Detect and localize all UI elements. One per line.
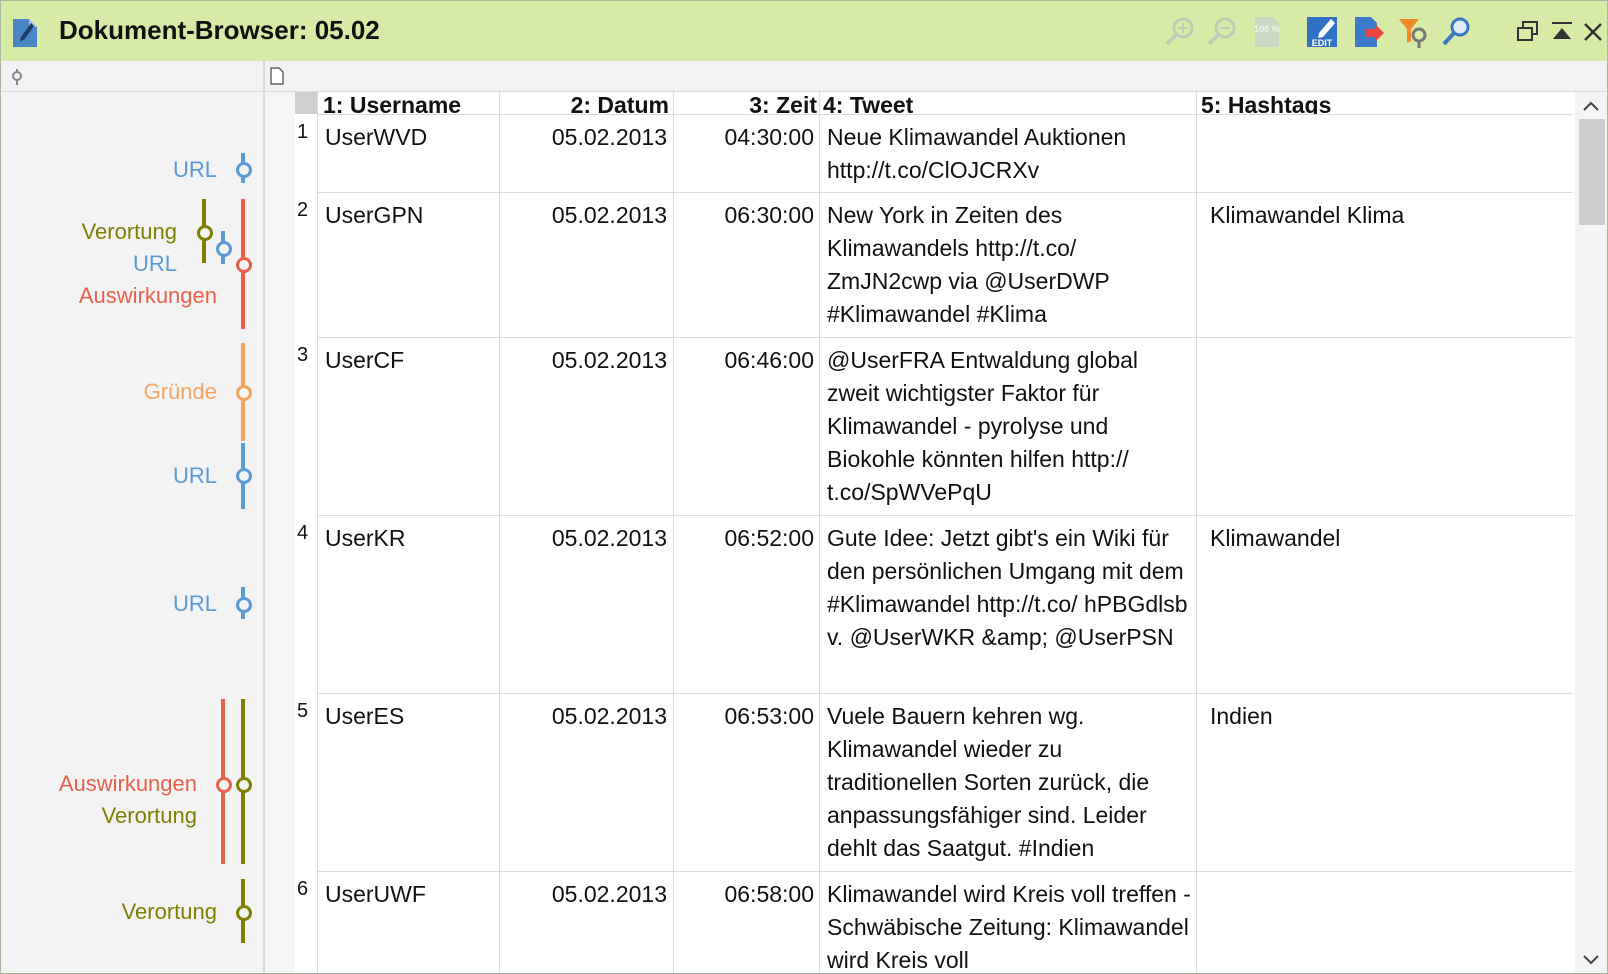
gap-area bbox=[265, 92, 295, 973]
title-bar: Dokument-Browser: 05.02 100 % EDIT bbox=[1, 1, 1607, 61]
row-number[interactable]: 6 bbox=[297, 878, 308, 901]
cell-tweet[interactable]: Gute Idee: Jetzt gibt's ein Wiki für den… bbox=[827, 522, 1193, 654]
code-stripe-marker[interactable] bbox=[236, 162, 252, 178]
cell-time[interactable]: 06:46:00 bbox=[675, 344, 814, 377]
cell-username[interactable]: UserKR bbox=[325, 522, 495, 555]
code-stripe-marker[interactable] bbox=[236, 777, 252, 793]
code-stripe-marker[interactable] bbox=[236, 597, 252, 613]
row-divider bbox=[317, 871, 1573, 872]
code-label[interactable]: URL bbox=[173, 591, 217, 617]
zoom-in-icon[interactable] bbox=[1163, 15, 1197, 49]
close-icon[interactable] bbox=[1581, 19, 1605, 45]
window-title: Dokument-Browser: 05.02 bbox=[59, 15, 380, 45]
column-header-hashtags[interactable]: 5: Hashtags bbox=[1201, 93, 1571, 115]
cell-tweet[interactable]: @UserFRA Entwaldung global zweit wichtig… bbox=[827, 344, 1193, 509]
edit-icon[interactable]: EDIT bbox=[1305, 15, 1339, 49]
cell-date[interactable]: 05.02.2013 bbox=[501, 344, 667, 377]
cell-date[interactable]: 05.02.2013 bbox=[501, 121, 667, 154]
zoom-100-label: 100 % bbox=[1254, 24, 1280, 34]
code-stripe-marker[interactable] bbox=[236, 468, 252, 484]
scroll-up-icon[interactable] bbox=[1581, 99, 1601, 113]
column-header-username[interactable]: 1: Username bbox=[323, 93, 495, 115]
cell-date[interactable]: 05.02.2013 bbox=[501, 878, 667, 911]
code-label[interactable]: Auswirkungen bbox=[79, 283, 217, 309]
cell-hashtags[interactable]: Klimawandel bbox=[1210, 522, 1570, 555]
cell-tweet[interactable]: Klimawandel wird Kreis voll treffen - Sc… bbox=[827, 878, 1193, 973]
row-number[interactable]: 1 bbox=[297, 121, 308, 144]
code-stripe-marker[interactable] bbox=[236, 257, 252, 273]
cell-tweet[interactable]: New York in Zeiten des Klimawandels http… bbox=[827, 199, 1193, 331]
cell-time[interactable]: 06:30:00 bbox=[675, 199, 814, 232]
row-divider bbox=[317, 337, 1573, 338]
column-header-tweet[interactable]: 4: Tweet bbox=[823, 93, 1193, 115]
filter-icon[interactable] bbox=[1397, 15, 1431, 49]
row-divider bbox=[317, 693, 1573, 694]
cell-username[interactable]: UserUWF bbox=[325, 878, 495, 911]
code-label[interactable]: Verortung bbox=[122, 899, 217, 925]
code-stripe-marker[interactable] bbox=[216, 241, 232, 257]
column-divider bbox=[317, 92, 318, 973]
restore-icon[interactable] bbox=[1515, 19, 1541, 45]
document-edit-icon bbox=[13, 19, 37, 47]
zoom-100-icon[interactable]: 100 % bbox=[1251, 15, 1285, 49]
search-icon[interactable] bbox=[1439, 15, 1473, 49]
cell-username[interactable]: UserES bbox=[325, 700, 495, 733]
cell-time[interactable]: 06:52:00 bbox=[675, 522, 814, 555]
document-browser-window: Dokument-Browser: 05.02 100 % EDIT URL V… bbox=[0, 0, 1608, 974]
column-divider[interactable] bbox=[1196, 92, 1197, 973]
table-corner[interactable] bbox=[295, 92, 317, 114]
edit-label: EDIT bbox=[1312, 38, 1333, 48]
cell-tweet[interactable]: Vuele Bauern kehren wg. Klimawandel wied… bbox=[827, 700, 1193, 865]
code-stripe-marker[interactable] bbox=[236, 905, 252, 921]
cell-tweet[interactable]: Neue Klimawandel Auktionen http://t.co/C… bbox=[827, 121, 1193, 187]
code-label[interactable]: URL bbox=[173, 463, 217, 489]
cell-date[interactable]: 05.02.2013 bbox=[501, 522, 667, 555]
column-header-time[interactable]: 3: Zeit bbox=[673, 93, 817, 115]
row-number[interactable]: 4 bbox=[297, 522, 308, 545]
row-number[interactable]: 2 bbox=[297, 199, 308, 222]
row-divider bbox=[317, 192, 1573, 193]
scroll-down-icon[interactable] bbox=[1581, 953, 1601, 967]
cell-time[interactable]: 06:58:00 bbox=[675, 878, 814, 911]
code-marker-icon[interactable] bbox=[10, 69, 24, 85]
cell-username[interactable]: UserWVD bbox=[325, 121, 495, 154]
code-label[interactable]: URL bbox=[173, 157, 217, 183]
column-divider[interactable] bbox=[819, 92, 820, 973]
document-icon[interactable] bbox=[269, 67, 285, 85]
code-label[interactable]: Auswirkungen bbox=[59, 771, 197, 797]
code-stripe-marker[interactable] bbox=[197, 225, 213, 241]
row-divider bbox=[317, 114, 1573, 115]
collapse-icon[interactable] bbox=[1549, 19, 1575, 45]
sub-toolbar bbox=[1, 61, 1607, 92]
cell-username[interactable]: UserGPN bbox=[325, 199, 495, 232]
code-label[interactable]: URL bbox=[133, 251, 177, 277]
code-label[interactable]: Gründe bbox=[144, 379, 217, 405]
row-divider bbox=[317, 515, 1573, 516]
cell-hashtags[interactable]: Indien bbox=[1210, 700, 1570, 733]
code-stripe-marker[interactable] bbox=[216, 777, 232, 793]
cell-hashtags[interactable]: Klimawandel Klima bbox=[1210, 199, 1570, 232]
cell-date[interactable]: 05.02.2013 bbox=[501, 700, 667, 733]
column-divider[interactable] bbox=[673, 92, 674, 973]
cell-time[interactable]: 06:53:00 bbox=[675, 700, 814, 733]
scrollbar-thumb[interactable] bbox=[1579, 119, 1605, 225]
code-label[interactable]: Verortung bbox=[102, 803, 197, 829]
cell-time[interactable]: 04:30:00 bbox=[675, 121, 814, 154]
cell-username[interactable]: UserCF bbox=[325, 344, 495, 377]
export-icon[interactable] bbox=[1351, 15, 1385, 49]
cell-date[interactable]: 05.02.2013 bbox=[501, 199, 667, 232]
zoom-out-icon[interactable] bbox=[1205, 15, 1239, 49]
column-divider[interactable] bbox=[499, 92, 500, 973]
row-number[interactable]: 5 bbox=[297, 700, 308, 723]
code-label[interactable]: Verortung bbox=[82, 219, 177, 245]
row-number[interactable]: 3 bbox=[297, 344, 308, 367]
column-header-date[interactable]: 2: Datum bbox=[499, 93, 669, 115]
code-stripe-marker[interactable] bbox=[236, 385, 252, 401]
